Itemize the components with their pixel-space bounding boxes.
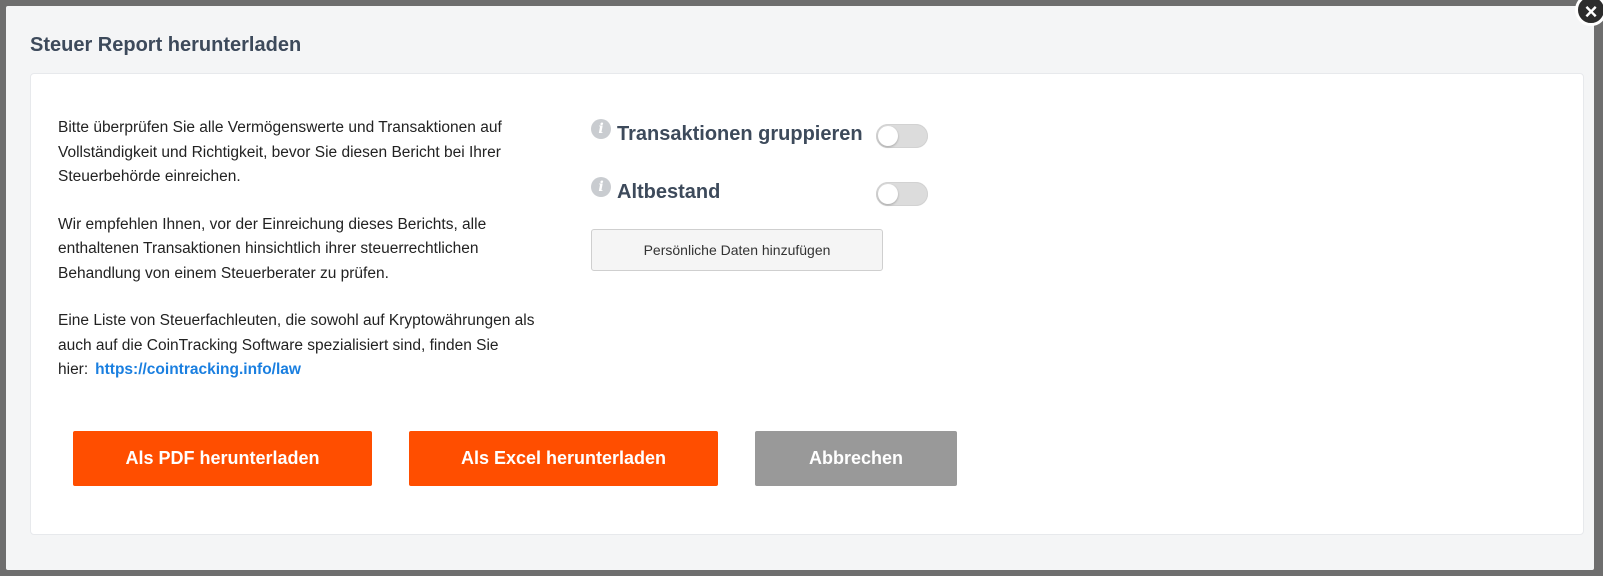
option-label: Altbestand <box>617 181 721 203</box>
description-paragraph: Wir empfehlen Ihnen, vor der Einreichung… <box>58 215 487 282</box>
dialog-body: Bitte überprüfen Sie alle Vermögenswerte… <box>30 73 1584 535</box>
group-transactions-toggle[interactable] <box>876 124 928 148</box>
toggle-knob <box>878 184 898 204</box>
legacy-holdings-toggle[interactable] <box>876 182 928 206</box>
cancel-button[interactable]: Abbrechen <box>755 431 957 486</box>
description-paragraph: Bitte überprüfen Sie alle Vermögenswerte… <box>58 119 502 185</box>
option-label: Transaktionen gruppieren <box>617 123 863 145</box>
close-icon[interactable]: × <box>1575 0 1603 26</box>
law-link[interactable]: https://cointracking.info/law <box>95 361 301 378</box>
add-personal-data-button[interactable]: Persönliche Daten hinzufügen <box>591 229 883 271</box>
download-pdf-button[interactable]: Als PDF herunterladen <box>73 431 372 486</box>
toggle-knob <box>878 126 898 146</box>
download-excel-button[interactable]: Als Excel herunterladen <box>409 431 718 486</box>
description-text: Bitte überprüfen Sie alle Vermögenswerte… <box>58 116 558 406</box>
tax-report-dialog: × Steuer Report herunterladen Bitte über… <box>6 0 1603 570</box>
info-icon[interactable]: i <box>591 119 611 139</box>
description-paragraph: Eine Liste von Steuerfachleuten, die sow… <box>58 309 558 383</box>
info-icon[interactable]: i <box>591 177 611 197</box>
dialog-title: Steuer Report herunterladen <box>30 34 302 56</box>
